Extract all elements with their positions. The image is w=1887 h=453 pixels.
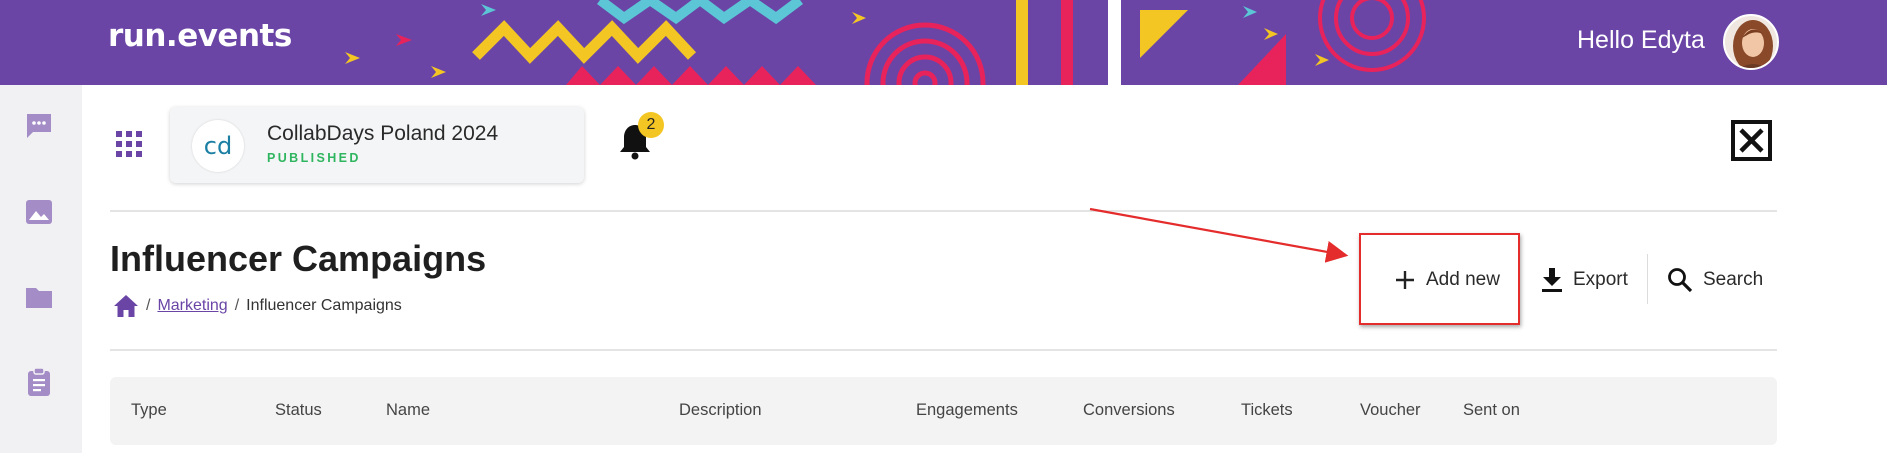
- table-header: Type Status Name Description Engagements…: [110, 377, 1777, 445]
- search-icon: [1668, 268, 1693, 293]
- add-new-label: Add new: [1426, 269, 1500, 290]
- event-status-badge: PUBLISHED: [267, 151, 361, 165]
- toolbar-divider: [1647, 254, 1648, 304]
- left-rail: [0, 85, 82, 453]
- search-button[interactable]: Search: [1667, 260, 1763, 300]
- divider: [110, 210, 1777, 212]
- greeting-text: Hello Edyta: [1577, 26, 1705, 54]
- breadcrumb-link-marketing[interactable]: Marketing: [157, 297, 227, 315]
- page-title: Influencer Campaigns: [110, 238, 487, 279]
- column-header-sent-on[interactable]: Sent on: [1463, 401, 1520, 420]
- column-header-name[interactable]: Name: [386, 401, 430, 420]
- event-name: CollabDays Poland 2024: [267, 122, 499, 145]
- column-header-engagements[interactable]: Engagements: [916, 401, 1018, 420]
- divider: [110, 349, 1777, 351]
- top-banner: run.events Hello Edyta: [0, 0, 1887, 85]
- export-label: Export: [1573, 269, 1628, 290]
- search-label: Search: [1703, 269, 1764, 290]
- plus-icon: [1396, 271, 1414, 289]
- column-header-tickets[interactable]: Tickets: [1241, 401, 1293, 420]
- event-selector-card[interactable]: cd CollabDays Poland 2024 PUBLISHED: [170, 107, 584, 183]
- add-new-button[interactable]: Add new: [1394, 260, 1500, 300]
- export-button[interactable]: Export: [1541, 260, 1628, 300]
- breadcrumb-separator: /: [234, 297, 240, 314]
- folder-icon[interactable]: [24, 282, 54, 312]
- home-icon[interactable]: [113, 294, 139, 318]
- svg-text:cd: cd: [204, 132, 232, 160]
- event-logo: cd: [192, 120, 244, 172]
- notification-count-badge: 2: [638, 112, 664, 138]
- user-avatar[interactable]: [1723, 14, 1779, 70]
- download-icon: [1542, 268, 1562, 292]
- column-header-description[interactable]: Description: [679, 401, 762, 420]
- apps-grid-icon[interactable]: [115, 130, 143, 158]
- app-logo[interactable]: run.events: [108, 18, 292, 54]
- close-icon[interactable]: [1731, 120, 1772, 161]
- chat-icon[interactable]: [24, 111, 54, 141]
- column-header-status[interactable]: Status: [275, 401, 322, 420]
- column-header-conversions[interactable]: Conversions: [1083, 401, 1175, 420]
- clipboard-icon[interactable]: [24, 367, 54, 397]
- breadcrumb: / Marketing / Influencer Campaigns: [113, 291, 402, 321]
- image-icon[interactable]: [24, 197, 54, 227]
- column-header-type[interactable]: Type: [131, 401, 167, 420]
- breadcrumb-separator: /: [146, 297, 151, 314]
- breadcrumb-current: Influencer Campaigns: [246, 297, 402, 314]
- column-header-voucher[interactable]: Voucher: [1360, 401, 1421, 420]
